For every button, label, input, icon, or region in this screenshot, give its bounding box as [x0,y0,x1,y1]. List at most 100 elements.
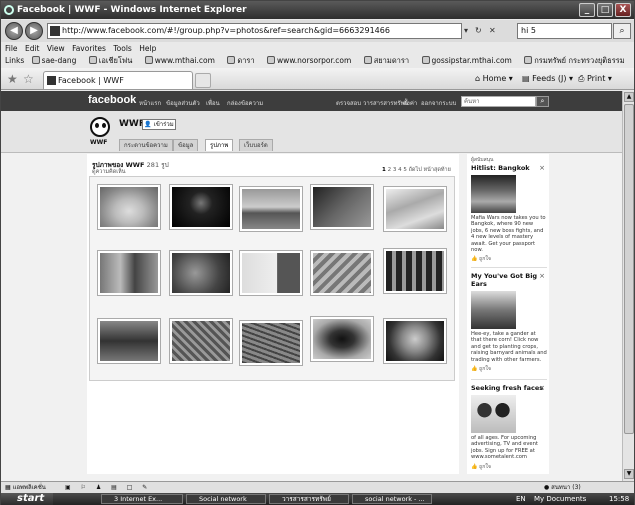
next-page-link[interactable]: ถัดไป [409,167,422,173]
search-input[interactable]: hi 5 [517,23,612,39]
scroll-down-icon[interactable]: ▼ [624,469,634,479]
photo-thumb-fragile[interactable] [239,250,303,296]
my-documents-link[interactable]: My Documents [534,493,586,505]
photo-thumb-group[interactable] [97,318,161,364]
forward-button[interactable]: ▶ [25,22,43,40]
start-button[interactable]: start [1,493,53,505]
photo-thumb-forest[interactable] [169,318,233,364]
address-bar[interactable]: http://www.facebook.com/#!/group.php?v=p… [47,23,462,39]
refresh-icon[interactable]: ↻ [475,24,482,38]
photo-thumb-face[interactable] [383,318,447,364]
link-item[interactable]: ดารา [227,56,259,65]
ad-image[interactable] [471,395,516,433]
join-group-button[interactable]: 👤 เข้าร่วม [142,119,176,130]
bottom-bar-icons[interactable]: ▣ ⚐ ♟ ▤ □ ✎ [65,482,151,493]
menu-edit[interactable]: Edit [25,44,40,53]
ad-hitlist-bangkok[interactable]: Hitlist: Bangkok × Mafia Wars now takes … [471,164,547,263]
ad-title[interactable]: My You've Got Big Ears [471,272,547,288]
new-tab-button[interactable] [195,73,211,88]
photos-back-link[interactable]: ดูความคิดเห็น [92,168,126,176]
tab-info[interactable]: ข้อมูล [173,139,199,151]
last-page-link[interactable]: หน้าสุดท้าย [424,167,451,173]
page-link[interactable]: 4 [398,167,402,173]
ad-like-link[interactable]: 👍 ถูกใจ [471,365,547,373]
ad-close-icon[interactable]: × [539,164,545,172]
link-item[interactable]: www.mthai.com [144,56,220,65]
ad-title[interactable]: Hitlist: Bangkok [471,164,547,172]
ad-close-icon[interactable]: × [539,384,545,392]
nav-account[interactable]: ตรวจสอบ วารสารสารทรัพย์ [336,98,408,108]
back-button[interactable]: ◀ [5,22,23,40]
vertical-scrollbar[interactable]: ▲ ▼ [622,91,634,481]
photo-thumb-people[interactable] [97,250,161,296]
taskbar-item-journal[interactable]: วารสารสารทรัพย์ [269,494,349,504]
photo-thumb-bear[interactable] [310,184,374,230]
photo-thumb-dark[interactable] [169,184,233,230]
photo-thumb-bird[interactable] [169,250,233,296]
ad-image[interactable] [471,175,516,213]
add-favorites-icon[interactable]: ☆ [23,72,34,86]
page-link[interactable]: 1 [382,167,386,173]
fb-search-input[interactable]: ค้นหา [461,96,536,107]
ad-close-icon[interactable]: × [539,272,545,280]
ad-like-link[interactable]: 👍 ถูกใจ [471,463,547,471]
stop-icon[interactable]: ✕ [489,24,496,38]
tab-photos[interactable]: รูปภาพ [205,139,234,151]
photo-thumb-bat[interactable] [310,316,374,362]
tab-discussion[interactable]: เว็บบอร์ด [239,139,273,151]
photo-thumb-poster[interactable] [310,250,374,296]
maximize-button[interactable]: □ [597,3,613,17]
applications-menu[interactable]: ▦ แอพพลิเคชั่น [5,482,46,493]
ad-image[interactable] [471,291,516,329]
nav-home[interactable]: หน้าแรก [139,98,161,108]
link-item[interactable]: gossipstar.mthai.com [421,56,517,65]
address-dropdown-icon[interactable]: ▾ [464,24,468,38]
taskbar-item-social-network[interactable]: social network - ... [352,494,432,504]
page-link[interactable]: 5 [403,167,407,173]
language-indicator[interactable]: EN [516,493,526,505]
tab-facebook-wwf[interactable]: Facebook | WWF [43,71,193,89]
nav-profile[interactable]: ข้อมูลส่วนตัว [166,98,200,108]
print-button[interactable]: ⎙ Print ▾ [578,73,612,85]
taskbar-item-ie[interactable]: 3 Internet Ex... [101,494,183,504]
feeds-button[interactable]: ▤ Feeds (J) ▾ [522,73,573,85]
ad-farmville[interactable]: My You've Got Big Ears × Hee-ey, take a … [471,272,547,373]
menu-help[interactable]: Help [139,44,156,53]
photo-thumb-seal[interactable] [97,184,161,230]
link-item[interactable]: สยามดารา [363,56,414,65]
minimize-button[interactable]: _ [579,3,595,17]
menu-view[interactable]: View [47,44,65,53]
scroll-thumb[interactable] [624,104,634,434]
tab-wall[interactable]: กระดานข้อความ [119,139,173,151]
nav-friends[interactable]: เพื่อน [206,98,220,108]
link-item[interactable]: sae-dang [31,56,82,65]
chat-button[interactable]: ● สนทนา (3) [544,482,581,493]
home-button[interactable]: ⌂ Home ▾ [475,73,513,85]
menu-tools[interactable]: Tools [113,44,131,53]
close-button[interactable]: X [615,3,631,17]
taskbar-item-social[interactable]: Social network [186,494,266,504]
photo-thumb-reeds[interactable] [239,320,303,366]
ad-fresh-faces[interactable]: Seeking fresh faces × of all ages. For u… [471,384,547,471]
page-link[interactable]: 3 [393,167,397,173]
nav-settings[interactable]: ตั้งค่า [403,98,417,108]
nav-logout[interactable]: ออกจากระบบ [421,98,456,108]
ad-like-link[interactable]: 👍 ถูกใจ [471,255,547,263]
link-item[interactable]: กรมทรัพย์ กระทรวงยุติธรรม [524,56,630,65]
scroll-up-icon[interactable]: ▲ [624,92,634,102]
photo-thumb-landscape[interactable] [239,186,303,232]
menu-favorites[interactable]: Favorites [72,44,106,53]
fb-search-icon[interactable]: ⌕ [536,96,549,107]
menu-file[interactable]: File [5,44,18,53]
ad-title[interactable]: Seeking fresh faces [471,384,547,392]
ad-divider [471,379,547,380]
facebook-logo[interactable]: facebook [88,94,136,106]
photo-thumb-building[interactable] [383,248,447,294]
nav-inbox[interactable]: กล่องข้อความ [227,98,263,108]
link-item[interactable]: www.norsorpor.com [267,56,356,65]
search-icon[interactable]: ⌕ [613,23,631,39]
link-item[interactable]: เอเชียโฟน [88,56,138,65]
photo-thumb-fish[interactable] [383,186,447,232]
favorites-star-icon[interactable]: ★ [7,72,18,86]
page-link[interactable]: 2 [388,167,392,173]
